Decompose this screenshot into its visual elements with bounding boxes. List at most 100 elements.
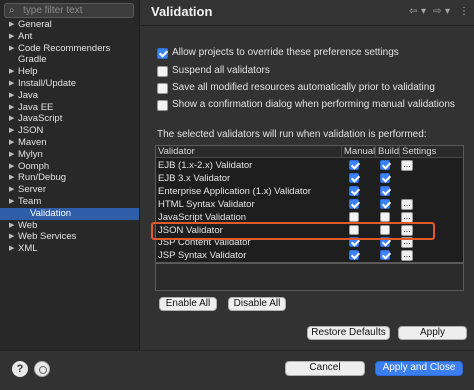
column-header-validator[interactable]: Validator (156, 146, 342, 158)
manual-checkbox[interactable] (349, 250, 359, 261)
table-row[interactable]: JSON Validator... (156, 224, 463, 237)
table-row[interactable]: JavaScript Validation... (156, 211, 463, 224)
sidebar-item-xml[interactable]: ▶ XML (0, 243, 139, 255)
back-arrow-icon[interactable]: ⇦ (409, 6, 417, 17)
manual-checkbox[interactable] (349, 211, 359, 222)
settings-button[interactable]: ... (401, 224, 413, 236)
sidebar-item-label: Validation (30, 207, 72, 219)
option-checkbox-3[interactable] (157, 83, 168, 94)
disable-all-button[interactable]: Disable All (228, 297, 286, 311)
sidebar-item-maven[interactable]: ▶ Maven (0, 137, 139, 149)
filter-input[interactable]: ⌕ type filter text (4, 3, 134, 18)
expand-arrow-icon[interactable]: ▶ (9, 161, 14, 173)
column-header-build[interactable]: Build (376, 146, 400, 158)
expand-arrow-icon[interactable]: ▶ (9, 243, 14, 255)
oomph-preferences-icon[interactable] (34, 361, 50, 377)
expand-arrow-icon[interactable]: ▶ (9, 78, 14, 90)
expand-arrow-icon[interactable]: ▶ (9, 125, 14, 137)
settings-button[interactable]: ... (401, 160, 413, 171)
expand-arrow-icon[interactable]: ▶ (9, 184, 14, 196)
sidebar-item-general[interactable]: ▶ General (0, 19, 139, 31)
expand-arrow-icon[interactable]: ▶ (9, 149, 14, 161)
build-checkbox[interactable] (380, 198, 390, 209)
expand-arrow-icon[interactable]: ▶ (9, 102, 14, 114)
build-checkbox[interactable] (380, 237, 390, 248)
sidebar-item-code-recommenders[interactable]: ▶ Code Recommenders (0, 43, 139, 55)
option-label-4[interactable]: Show a confirmation dialog when performi… (172, 99, 455, 110)
table-scrollbar[interactable] (456, 159, 462, 259)
sidebar-item-java[interactable]: ▶ Java (0, 90, 139, 102)
settings-button[interactable]: ... (401, 237, 413, 249)
build-checkbox[interactable] (380, 211, 390, 222)
view-menu-icon[interactable]: ⋮ (459, 6, 469, 17)
sidebar-item-install-update[interactable]: ▶ Install/Update (0, 78, 139, 90)
expand-arrow-icon[interactable]: ▶ (9, 172, 14, 184)
table-row[interactable]: EJB 3.x Validator (156, 172, 463, 185)
expand-arrow-icon[interactable]: ▶ (9, 43, 14, 55)
sidebar-item-oomph[interactable]: ▶ Oomph (0, 161, 139, 173)
expand-arrow-icon[interactable]: ▶ (9, 19, 14, 31)
help-icon[interactable]: ? (12, 361, 28, 377)
expand-arrow-icon[interactable]: ▶ (9, 231, 14, 243)
sidebar-item-help[interactable]: ▶ Help (0, 66, 139, 78)
build-checkbox[interactable] (380, 160, 390, 170)
option-checkbox-2[interactable] (157, 66, 168, 77)
sidebar-item-team[interactable]: ▶ Team (0, 196, 139, 208)
manual-checkbox[interactable] (349, 172, 359, 183)
build-checkbox[interactable] (380, 172, 390, 183)
manual-checkbox[interactable] (349, 224, 359, 235)
validators-section-label: The selected validators will run when va… (157, 129, 427, 140)
manual-checkbox[interactable] (349, 160, 359, 170)
sidebar-item-server[interactable]: ▶ Server (0, 184, 139, 196)
build-checkbox[interactable] (380, 185, 390, 196)
expand-arrow-icon[interactable]: ▶ (9, 196, 14, 208)
manual-checkbox[interactable] (349, 237, 359, 248)
option-label-3[interactable]: Save all modified resources automaticall… (172, 82, 435, 93)
table-row[interactable]: Enterprise Application (1.x) Validator (156, 185, 463, 198)
sidebar-item-java-ee[interactable]: ▶ Java EE (0, 102, 139, 114)
option-label-2[interactable]: Suspend all validators (172, 65, 270, 76)
option-checkbox-1[interactable] (157, 48, 168, 59)
sidebar-item-json[interactable]: ▶ JSON (0, 125, 139, 137)
sidebar-item-mylyn[interactable]: ▶ Mylyn (0, 149, 139, 161)
expand-arrow-icon[interactable]: ▶ (9, 66, 14, 78)
apply-and-close-button[interactable]: Apply and Close (375, 361, 463, 376)
expand-arrow-icon[interactable]: ▶ (9, 113, 14, 125)
sidebar-item-validation[interactable]: Validation (0, 207, 139, 220)
sidebar-item-web[interactable]: ▶ Web (0, 220, 139, 232)
manual-checkbox[interactable] (349, 198, 359, 209)
option-checkbox-4[interactable] (157, 100, 168, 111)
expand-arrow-icon[interactable]: ▶ (9, 220, 14, 232)
back-menu-chevron-icon[interactable]: ▾ (421, 6, 426, 17)
sidebar-item-web-services[interactable]: ▶ Web Services (0, 231, 139, 243)
table-row[interactable]: EJB (1.x-2.x) Validator... (156, 159, 463, 172)
column-header-manual[interactable]: Manual (342, 146, 376, 158)
expand-arrow-icon[interactable]: ▶ (9, 31, 14, 43)
apply-button[interactable]: Apply (398, 326, 467, 340)
column-header-settings[interactable]: Settings (400, 146, 440, 158)
restore-defaults-button[interactable]: Restore Defaults (307, 326, 390, 340)
expand-arrow-icon[interactable]: ▶ (9, 90, 14, 102)
forward-menu-chevron-icon[interactable]: ▾ (445, 6, 450, 17)
sidebar-item-run-debug[interactable]: ▶ Run/Debug (0, 172, 139, 184)
build-checkbox[interactable] (380, 224, 390, 235)
sidebar-item-label: Help (18, 66, 38, 78)
table-row[interactable]: JSP Content Validator... (156, 236, 463, 249)
settings-button[interactable]: ... (401, 198, 413, 210)
validator-name: JSP Syntax Validator (158, 250, 247, 262)
sidebar-item-gradle[interactable]: Gradle (0, 54, 139, 66)
forward-arrow-icon[interactable]: ⇨ (433, 6, 441, 17)
settings-button[interactable]: ... (401, 211, 413, 223)
sidebar-item-javascript[interactable]: ▶ JavaScript (0, 113, 139, 125)
settings-button[interactable]: ... (401, 250, 413, 262)
expand-arrow-icon[interactable]: ▶ (9, 137, 14, 149)
build-checkbox[interactable] (380, 250, 390, 261)
sidebar-item-ant[interactable]: ▶ Ant (0, 31, 139, 43)
enable-all-button[interactable]: Enable All (159, 297, 217, 311)
manual-checkbox[interactable] (349, 185, 359, 196)
table-row[interactable]: HTML Syntax Validator... (156, 198, 463, 211)
sidebar-item-label: Ant (18, 30, 33, 42)
table-row[interactable]: JSP Syntax Validator... (156, 249, 463, 262)
cancel-button[interactable]: Cancel (285, 361, 365, 376)
option-label-1[interactable]: Allow projects to override these prefere… (172, 47, 399, 58)
